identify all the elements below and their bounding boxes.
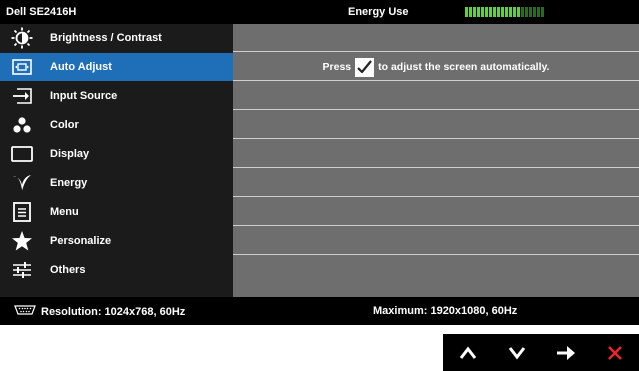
right-arrow-icon[interactable] [551,338,581,368]
menu-item-others[interactable]: Others [0,256,233,284]
close-icon[interactable] [600,338,630,368]
auto-adjust-icon [0,53,44,81]
maximum-resolution-text: Maximum: 1920x1080, 60Hz [373,305,518,317]
energy-meter-segment [497,7,500,17]
button-guide [443,334,639,371]
resolution-text: Resolution: 1024x768, 60Hz [41,305,186,318]
color-icon [0,111,44,139]
others-icon [0,256,44,284]
osd-footer: Resolution: 1024x768, 60Hz Maximum: 1920… [0,297,639,325]
resolution-info: Resolution: 1024x768, 60Hz [14,305,185,318]
menu-item-input-source[interactable]: Input Source [0,82,233,110]
energy-meter-segment [541,7,544,17]
brightness-icon [0,24,44,52]
content-row [233,227,639,255]
menu-item-display[interactable]: Display [0,140,233,168]
osd-menu: Brightness / Contrast Auto Adjust Input … [0,24,233,297]
energy-meter-segment [493,7,496,17]
energy-meter-segment [477,7,480,17]
energy-meter-segment [489,7,492,17]
energy-meter-segment [509,7,512,17]
menu-item-auto-adjust[interactable]: Auto Adjust [0,53,233,81]
instruction-text: to adjust the screen automatically. [378,61,550,73]
auto-adjust-instruction: Press to adjust the screen automatically… [233,53,639,81]
press-text: Press [322,61,352,73]
menu-item-label: Personalize [50,235,112,247]
checkmark-icon [355,57,375,77]
menu-item-label: Auto Adjust [50,61,112,73]
energy-meter-segment [529,7,532,17]
content-row: Press to adjust the screen automatically… [233,53,639,81]
menu-item-label: Energy [50,177,88,189]
energy-meter-segment [533,7,536,17]
energy-meter-segment [469,7,472,17]
content-row [233,169,639,197]
energy-meter-segment [521,7,524,17]
energy-use-label: Energy Use [348,6,409,18]
vga-connector-icon [14,305,41,318]
menu-item-label: Brightness / Contrast [50,32,162,44]
content-row [233,198,639,226]
energy-meter [465,7,544,17]
menu-item-brightness-contrast[interactable]: Brightness / Contrast [0,24,233,52]
star-icon [0,227,44,255]
menu-icon [0,198,44,226]
menu-item-energy[interactable]: Energy [0,169,233,197]
content-row [233,82,639,110]
content-panel: Press to adjust the screen automatically… [233,24,639,297]
energy-meter-segment [473,7,476,17]
content-row [233,256,639,284]
energy-meter-segment [485,7,488,17]
menu-item-personalize[interactable]: Personalize [0,227,233,255]
menu-item-label: Display [50,148,90,160]
energy-meter-segment [481,7,484,17]
energy-meter-segment [505,7,508,17]
menu-item-color[interactable]: Color [0,111,233,139]
energy-meter-segment [537,7,540,17]
menu-item-menu[interactable]: Menu [0,198,233,226]
input-source-icon [0,82,44,110]
energy-meter-segment [465,7,468,17]
energy-meter-segment [517,7,520,17]
osd-header: Dell SE2416H Energy Use [0,0,639,24]
down-arrow-icon[interactable] [502,338,532,368]
content-row [233,24,639,52]
menu-item-label: Color [50,119,79,131]
energy-icon [0,169,44,197]
content-row [233,111,639,139]
menu-item-label: Menu [50,206,79,218]
monitor-model: Dell SE2416H [6,6,77,18]
energy-meter-segment [513,7,516,17]
menu-item-label: Others [50,264,86,276]
osd-window: Dell SE2416H Energy Use Brightness / Con… [0,0,639,325]
up-arrow-icon[interactable] [453,338,483,368]
content-row [233,140,639,168]
menu-item-label: Input Source [50,90,118,102]
energy-meter-segment [525,7,528,17]
display-icon [0,140,44,168]
energy-meter-segment [501,7,504,17]
